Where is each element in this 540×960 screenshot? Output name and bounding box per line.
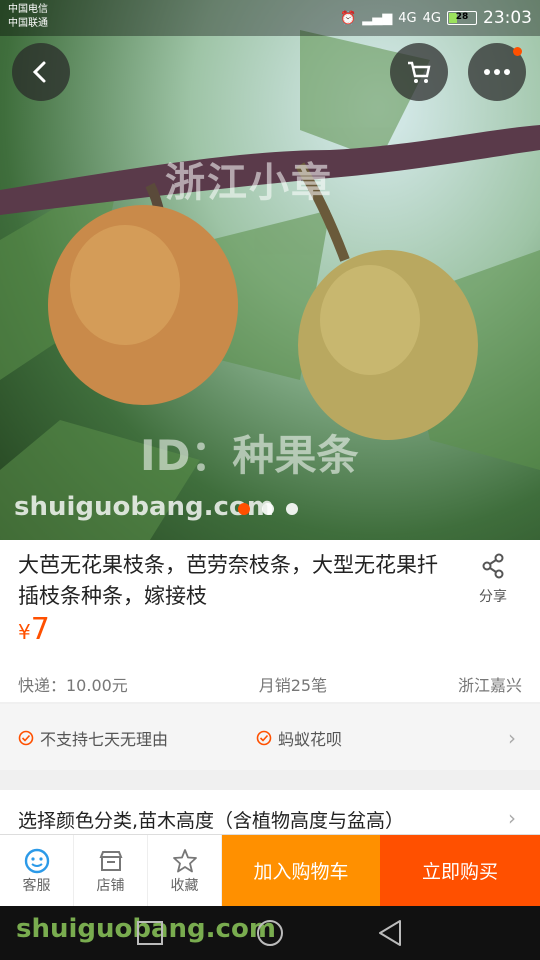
- price-value: 7: [30, 612, 50, 647]
- star-icon: [172, 848, 197, 872]
- shop-label: 店铺: [96, 877, 125, 894]
- buy-now-button[interactable]: 立即购买: [380, 835, 540, 906]
- cart-button[interactable]: [390, 43, 448, 101]
- sku-selector-label: 选择颜色分类,苗木高度（含植物高度与盆高）: [18, 810, 405, 832]
- add-to-cart-button[interactable]: 加入购物车: [222, 835, 380, 906]
- carrier-2: 中国联通: [8, 18, 48, 29]
- home-icon[interactable]: [257, 920, 283, 946]
- back-button[interactable]: [12, 43, 70, 101]
- carousel-dot-active[interactable]: [238, 503, 250, 515]
- notification-dot: [513, 47, 522, 56]
- customer-service-button[interactable]: 客服: [0, 835, 74, 906]
- chevron-left-icon: [32, 61, 46, 83]
- check-circle-icon: [18, 730, 34, 746]
- share-label: 分享: [479, 589, 507, 605]
- share-icon: [482, 553, 504, 579]
- carousel-dot[interactable]: [262, 503, 274, 515]
- monthly-sales: 月销25笔: [258, 676, 328, 695]
- status-icons: ⏰ ▂▄▆ 4G 4G 28 23:03: [340, 6, 532, 30]
- more-button[interactable]: [468, 43, 526, 101]
- chevron-right-icon: ›: [508, 806, 516, 830]
- network-1: 4G: [398, 10, 417, 26]
- favorite-button[interactable]: 收藏: [148, 835, 222, 906]
- recents-icon[interactable]: [137, 921, 163, 945]
- product-image-carousel[interactable]: 浙江小章 ID：种果条 shuiguobang.com: [0, 0, 540, 540]
- carrier-names: 中国电信 中国联通: [8, 3, 48, 31]
- shop-icon: [99, 850, 122, 871]
- cart-icon: [408, 61, 431, 83]
- battery-icon: 28: [447, 11, 477, 25]
- product-price: ¥7: [18, 612, 50, 647]
- product-meta: 快递：10.00元 月销25笔 浙江嘉兴: [18, 672, 522, 696]
- sku-selector[interactable]: 选择颜色分类,苗木高度（含植物高度与盆高） ›: [0, 790, 540, 834]
- service-item: 不支持七天无理由: [18, 726, 168, 750]
- bottom-action-bar: 客服 店铺 收藏 加入购物车 立即购买: [0, 834, 540, 906]
- alarm-icon: ⏰: [340, 10, 357, 26]
- favorite-label: 收藏: [170, 877, 199, 894]
- watermark-id: ID：种果条: [140, 431, 359, 480]
- shop-button[interactable]: 店铺: [74, 835, 148, 906]
- carousel-dot[interactable]: [286, 503, 298, 515]
- chevron-right-icon: ›: [508, 726, 516, 750]
- product-title: 大芭无花果枝条，芭劳奈枝条，大型无花果扦插枝条种条，嫁接枝: [18, 553, 438, 608]
- service-label-2: 蚂蚁花呗: [278, 730, 343, 749]
- service-label-1: 不支持七天无理由: [40, 730, 169, 749]
- service-item: 蚂蚁花呗: [256, 726, 342, 750]
- ship-location: 浙江嘉兴: [457, 676, 522, 695]
- watermark-site: shuiguobang.com: [14, 492, 274, 522]
- watermark-text: 浙江小章: [165, 160, 333, 206]
- back-nav-icon[interactable]: [379, 920, 401, 946]
- check-circle-icon: [256, 730, 272, 746]
- signal-icon: ▂▄▆: [362, 10, 393, 26]
- service-guarantees[interactable]: 不支持七天无理由 蚂蚁花呗 ›: [0, 704, 540, 770]
- shipping-fee: 快递：10.00元: [18, 676, 128, 695]
- system-nav-icons: [137, 920, 401, 946]
- service-icon: [24, 848, 49, 873]
- share-button[interactable]: 分享: [468, 552, 518, 606]
- customer-service-label: 客服: [22, 877, 51, 894]
- network-2: 4G: [422, 10, 441, 26]
- carrier-1: 中国电信: [8, 4, 48, 15]
- status-bar: 中国电信 中国联通 ⏰ ▂▄▆ 4G 4G 28 23:03: [0, 0, 540, 36]
- product-info: 大芭无花果枝条，芭劳奈枝条，大型无花果扦插枝条种条，嫁接枝 分享 ¥7 快递：1…: [0, 540, 540, 702]
- more-icon: [484, 69, 510, 75]
- currency-symbol: ¥: [18, 620, 31, 644]
- system-nav-bar: shuiguobang.com: [0, 906, 540, 960]
- product-detail-page: 浙江小章 ID：种果条 shuiguobang.com 中国电信 中国联通 ⏰ …: [0, 0, 540, 960]
- carousel-indicator: [238, 503, 298, 515]
- clock: 23:03: [483, 8, 532, 28]
